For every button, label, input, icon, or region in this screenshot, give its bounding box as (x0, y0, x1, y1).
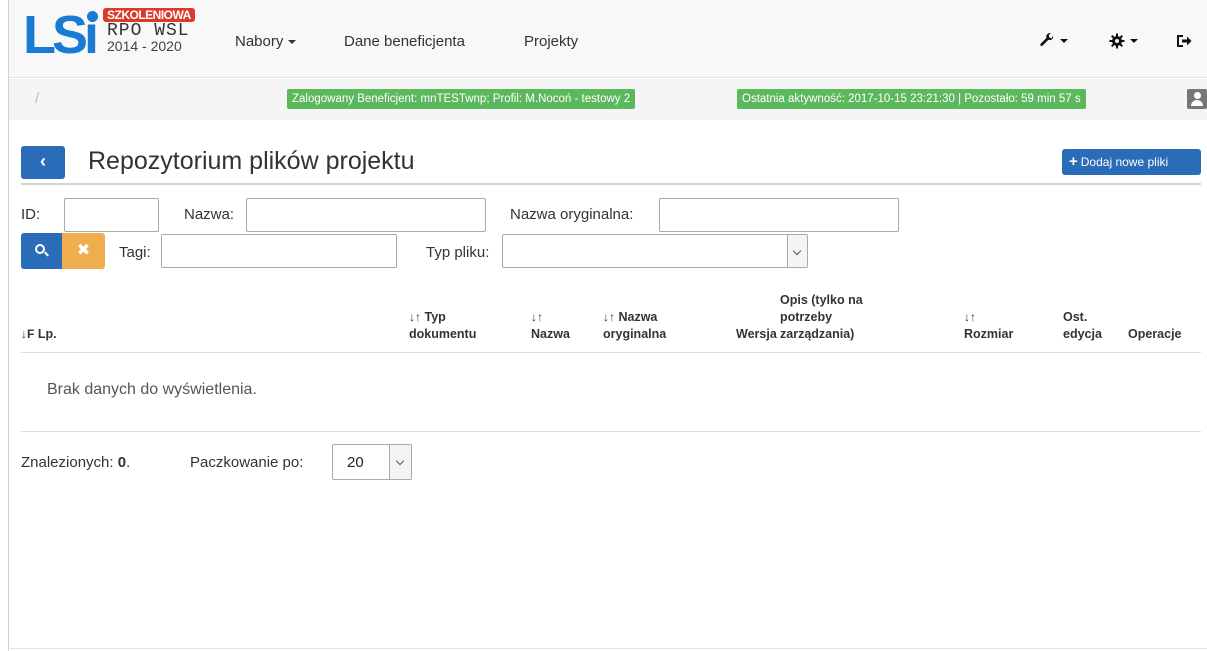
nav-projekty[interactable]: Projekty (524, 33, 578, 50)
add-files-button[interactable]: + Dodaj nowe pliki (1062, 149, 1201, 175)
add-files-label: Dodaj nowe pliki (1080, 155, 1169, 169)
table-bottom-divider (21, 431, 1201, 432)
col-rozmiar-label: Rozmiar (964, 327, 1014, 341)
page-size-label: Paczkowanie po: (190, 454, 304, 471)
chevron-left-icon: ‹ (40, 151, 46, 171)
typ-pliku-label: Typ pliku: (426, 244, 490, 261)
found-dot: . (126, 454, 131, 471)
user-profile-button[interactable] (1187, 89, 1207, 109)
chevron-down-icon (1060, 39, 1068, 44)
user-icon (1194, 92, 1201, 99)
found-label: Znalezionych: (21, 454, 114, 471)
col-lp[interactable]: ↓F Lp. (21, 326, 57, 343)
col-opis-line3: zarządzania) (780, 327, 855, 341)
empty-table-message: Brak danych do wyświetlenia. (47, 381, 257, 398)
col-ost-line1: Ost. (1063, 310, 1088, 324)
col-ost-edycja: Ost. edycja (1063, 309, 1102, 343)
logo-dot (87, 11, 98, 22)
col-wersja: Wersja (736, 327, 777, 341)
sort-desc-icon: ↓F (21, 327, 35, 341)
sort-icon: ↓↑ (603, 310, 615, 324)
header-divider (21, 183, 1201, 185)
back-button[interactable]: ‹ (21, 146, 65, 179)
logo-lsi-text: LSi (23, 5, 99, 65)
user-icon-body (1191, 100, 1203, 106)
nazwa-oryginalna-input[interactable] (659, 198, 899, 232)
col-oryg-line1: Nazwa (618, 310, 658, 324)
sort-icon: ↓↑ (964, 310, 976, 324)
chevron-down-icon (288, 40, 297, 45)
logout-button[interactable] (1176, 30, 1192, 51)
col-oryg-line2: oryginalna (603, 327, 667, 341)
sort-icon: ↓↑ (409, 310, 421, 324)
settings-menu[interactable] (1109, 30, 1138, 51)
tagi-input[interactable] (161, 234, 397, 268)
col-operacje: Operacje (1128, 327, 1182, 341)
chevron-down-icon (389, 445, 411, 479)
cog-icon (1109, 33, 1125, 49)
status-bar: / Zalogowany Beneficjent: mnTESTwnp; Pro… (9, 79, 1207, 120)
nazwa-oryginalna-label: Nazwa oryginalna: (510, 206, 634, 223)
navbar: LSi SZKOLENIOWA RPO WSL 2014 - 2020 Nabo… (9, 0, 1207, 78)
close-icon: ✖ (76, 242, 91, 259)
logout-icon (1177, 35, 1192, 48)
col-opis-line1: Opis (tylko na (780, 293, 863, 307)
page-title: Repozytorium plików projektu (88, 147, 415, 175)
col-ost-line2: edycja (1063, 327, 1102, 341)
col-opis: Opis (tylko na potrzeby zarządzania) (780, 292, 863, 343)
col-opis-line2: potrzeby (780, 310, 833, 324)
found-count-value: 0 (117, 454, 127, 471)
col-nazwa-oryginalna[interactable]: ↓↑ Nazwa oryginalna (603, 309, 666, 343)
col-nazwa[interactable]: ↓↑ Nazwa (531, 309, 570, 343)
nav-nabory[interactable]: Nabory (235, 33, 297, 50)
logged-user-badge: Zalogowany Beneficjent: mnTESTwnp; Profi… (287, 89, 636, 109)
nav-dane-beneficjenta[interactable]: Dane beneficjenta (344, 33, 465, 50)
chevron-down-icon (1130, 39, 1138, 44)
col-nazwa-label: Nazwa (531, 327, 570, 341)
search-icon-handle (44, 251, 49, 257)
page-size-select[interactable]: 20 (332, 444, 412, 480)
col-typ-line1: Typ (424, 310, 446, 324)
wrench-icon (1040, 33, 1054, 47)
lsi-logo[interactable]: LSi SZKOLENIOWA RPO WSL 2014 - 2020 (23, 8, 203, 64)
wrench-menu[interactable] (1039, 30, 1068, 51)
clear-filters-button[interactable]: ✖ (62, 233, 105, 269)
logo-tag: SZKOLENIOWA (103, 8, 195, 22)
logo-years: 2014 - 2020 (107, 38, 182, 54)
typ-pliku-select[interactable] (502, 234, 808, 268)
nazwa-label: Nazwa: (184, 206, 235, 223)
col-typ-dokumentu[interactable]: ↓↑ Typ dokumentu (409, 309, 476, 343)
id-label: ID: (21, 206, 41, 223)
chevron-down-icon (787, 235, 807, 267)
id-input[interactable] (64, 198, 159, 232)
tagi-label: Tagi: (119, 244, 151, 261)
search-button[interactable] (21, 233, 62, 269)
col-lp-label: Lp. (37, 327, 57, 341)
col-typ-line2: dokumentu (409, 327, 477, 341)
nazwa-input[interactable] (246, 198, 486, 232)
sort-icon: ↓↑ (531, 310, 543, 324)
nav-nabory-label: Nabory (235, 33, 284, 50)
page-bottom-rule (8, 648, 1207, 649)
page-size-value: 20 (347, 454, 364, 471)
col-rozmiar[interactable]: ↓↑ Rozmiar (964, 309, 1013, 343)
found-count: Znalezionych: 0. (21, 454, 130, 471)
table-header-divider (21, 352, 1201, 353)
activity-badge: Ostatnia aktywność: 2017-10-15 23:21:30 … (737, 89, 1086, 109)
breadcrumb: / (35, 90, 40, 107)
plus-icon: + (1069, 153, 1078, 170)
